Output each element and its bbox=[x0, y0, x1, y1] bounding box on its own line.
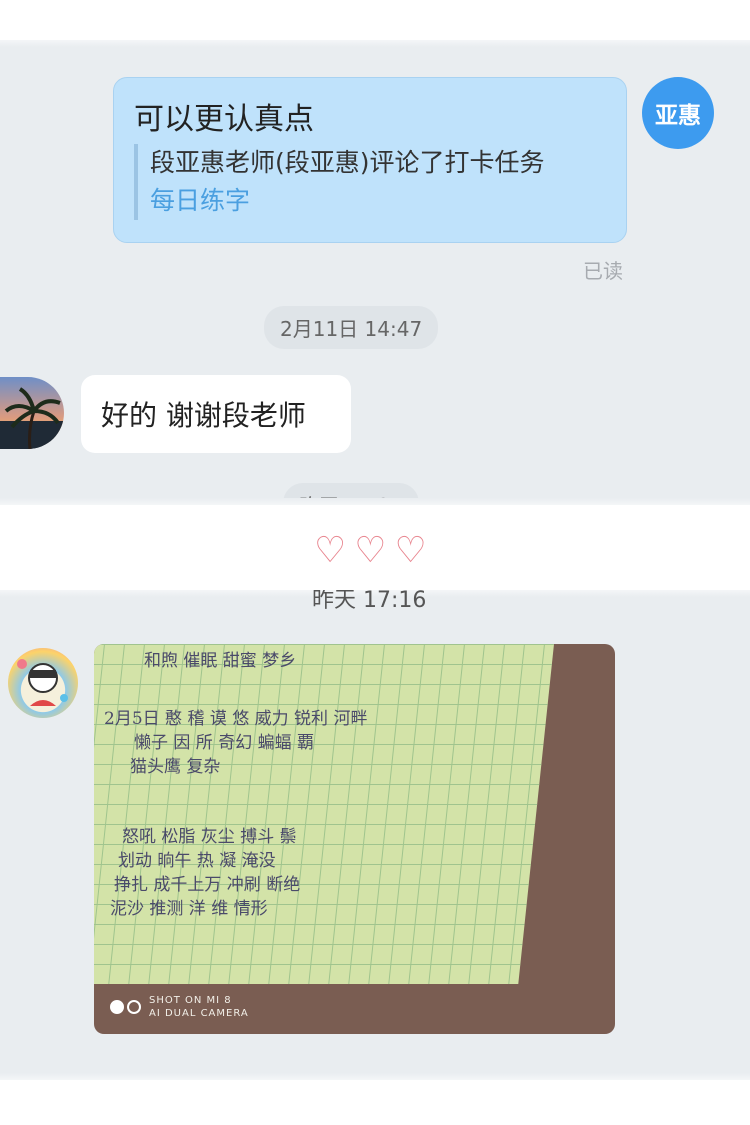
handwriting-line: 怒吼 松脂 灰尘 搏斗 鬃 bbox=[122, 827, 297, 847]
handwriting-line: 挣扎 成千上万 冲刷 断绝 bbox=[114, 875, 301, 895]
camera-logo-icon bbox=[110, 1000, 141, 1014]
message-text: 好的 谢谢段老师 bbox=[101, 399, 306, 432]
hearts-divider: ♡♡♡ bbox=[314, 530, 435, 571]
incoming-message-bubble[interactable]: 好的 谢谢段老师 bbox=[81, 375, 351, 453]
torn-edge bbox=[0, 1073, 750, 1080]
palm-tree-icon bbox=[0, 387, 64, 449]
timestamp: 2月11日 14:47 bbox=[264, 306, 439, 349]
watermark-line: AI DUAL CAMERA bbox=[149, 1008, 249, 1019]
handwriting-line: 泥沙 推测 洋 维 情形 bbox=[110, 899, 268, 919]
chat-panel-bottom: 昨天 17:16 和煦 催眠 甜蜜 梦乡 2月5日 憨 稽 谟 悠 威力 锐利 … bbox=[0, 590, 750, 1080]
worksheet-paper bbox=[94, 644, 555, 984]
quoted-comment[interactable]: 段亚惠老师(段亚惠)评论了打卡任务 每日练字 bbox=[134, 144, 545, 220]
chat-panel-top: 可以更认真点 段亚惠老师(段亚惠)评论了打卡任务 每日练字 亚惠 已读 2月11… bbox=[0, 40, 750, 505]
quote-text: 段亚惠老师(段亚惠)评论了打卡任务 bbox=[150, 148, 545, 177]
avatar[interactable] bbox=[8, 648, 78, 718]
watermark-line: SHOT ON MI 8 bbox=[149, 995, 232, 1006]
avatar[interactable] bbox=[0, 377, 64, 449]
handwriting-line: 懒子 因 所 奇幻 蝙蝠 覇 bbox=[134, 733, 315, 753]
torn-edge bbox=[0, 498, 750, 505]
outgoing-message-bubble[interactable]: 可以更认真点 段亚惠老师(段亚惠)评论了打卡任务 每日练字 bbox=[113, 77, 627, 243]
camera-watermark: SHOT ON MI 8 AI DUAL CAMERA bbox=[110, 994, 249, 1020]
handwriting-line: 和煦 催眠 甜蜜 梦乡 bbox=[144, 651, 297, 671]
photo-message[interactable]: 和煦 催眠 甜蜜 梦乡 2月5日 憨 稽 谟 悠 威力 锐利 河畔 懒子 因 所… bbox=[94, 644, 615, 1034]
handwriting-line: 猫头鹰 复杂 bbox=[130, 757, 221, 777]
task-link[interactable]: 每日练字 bbox=[150, 182, 545, 220]
cartoon-avatar-icon bbox=[17, 659, 68, 706]
avatar[interactable]: 亚惠 bbox=[642, 77, 714, 149]
handwriting-line: 划动 晌午 热 凝 淹没 bbox=[118, 851, 276, 871]
message-text: 可以更认真点 bbox=[134, 102, 314, 137]
handwriting-line: 2月5日 憨 稽 谟 悠 威力 锐利 河畔 bbox=[104, 709, 368, 729]
timestamp: 昨天 17:16 bbox=[312, 590, 427, 613]
read-status: 已读 bbox=[583, 259, 623, 283]
torn-edge bbox=[0, 40, 750, 47]
